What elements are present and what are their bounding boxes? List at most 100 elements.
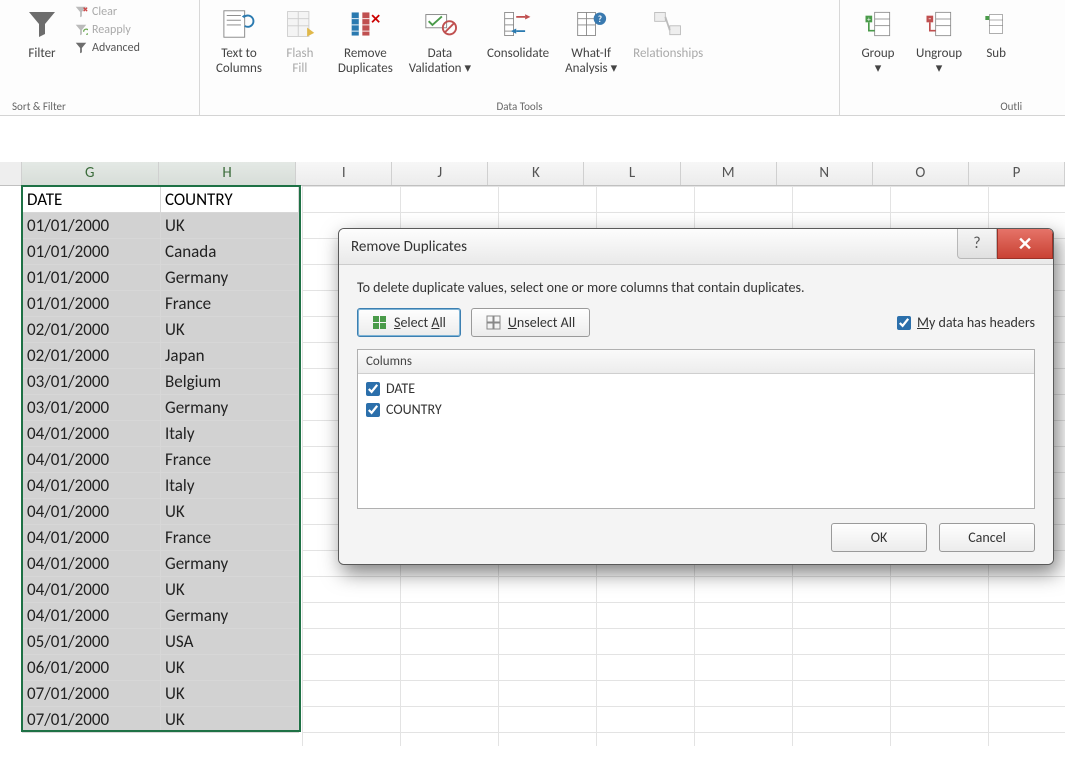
- header-date[interactable]: DATE: [23, 187, 161, 213]
- cell-country[interactable]: UK: [161, 577, 299, 603]
- column-header-H[interactable]: H: [159, 162, 296, 185]
- column-item-checkbox[interactable]: [366, 403, 380, 417]
- cell-country[interactable]: France: [161, 447, 299, 473]
- dropdown-caret-icon: ▾: [936, 61, 943, 76]
- cell-country[interactable]: UK: [161, 655, 299, 681]
- cell-date[interactable]: 04/01/2000: [23, 421, 161, 447]
- remove-duplicates-dialog: Remove Duplicates ? ✕ To delete duplicat…: [338, 228, 1054, 565]
- cell-date[interactable]: 04/01/2000: [23, 499, 161, 525]
- cell-date[interactable]: 03/01/2000: [23, 395, 161, 421]
- flash-fill-icon: [282, 6, 318, 42]
- table-row: 04/01/2000France: [23, 447, 299, 473]
- column-header-I[interactable]: I: [296, 162, 392, 185]
- consolidate-button[interactable]: Consolidate: [479, 4, 557, 63]
- my-data-has-headers-checkbox[interactable]: My data has headers: [897, 314, 1035, 331]
- column-header-O[interactable]: O: [873, 162, 969, 185]
- text-to-columns-button[interactable]: Text to Columns: [208, 4, 270, 78]
- column-header-G[interactable]: G: [22, 162, 159, 185]
- column-header-L[interactable]: L: [584, 162, 680, 185]
- ungroup-button[interactable]: - Ungroup▾: [908, 4, 970, 78]
- cell-country[interactable]: Italy: [161, 421, 299, 447]
- clear-filter[interactable]: Clear: [74, 4, 140, 20]
- table-row: 02/01/2000UK: [23, 317, 299, 343]
- cell-date[interactable]: 04/01/2000: [23, 525, 161, 551]
- cell-country[interactable]: Germany: [161, 395, 299, 421]
- column-header-M[interactable]: M: [681, 162, 777, 185]
- relationships-icon: [650, 6, 686, 42]
- cell-country[interactable]: France: [161, 291, 299, 317]
- column-header-N[interactable]: N: [777, 162, 873, 185]
- table-row: 01/01/2000UK: [23, 213, 299, 239]
- outline-group-label: Outli: [848, 98, 1022, 113]
- column-item[interactable]: COUNTRY: [366, 399, 1026, 420]
- cell-date[interactable]: 07/01/2000: [23, 681, 161, 707]
- data-validation-button[interactable]: Data Validation ▾: [401, 4, 479, 78]
- cell-country[interactable]: Germany: [161, 265, 299, 291]
- cell-country[interactable]: UK: [161, 681, 299, 707]
- cell-date[interactable]: 04/01/2000: [23, 577, 161, 603]
- cell-date[interactable]: 02/01/2000: [23, 343, 161, 369]
- cell-date[interactable]: 01/01/2000: [23, 213, 161, 239]
- column-item[interactable]: DATE: [366, 378, 1026, 399]
- select-all-corner[interactable]: [0, 162, 22, 185]
- ok-button[interactable]: OK: [831, 523, 927, 552]
- filter-options: Clear Reapply Advanced: [72, 4, 140, 56]
- cell-country[interactable]: UK: [161, 213, 299, 239]
- table-row: 04/01/2000Germany: [23, 603, 299, 629]
- table-row: 01/01/2000France: [23, 291, 299, 317]
- funnel-icon: [24, 6, 60, 42]
- cancel-button[interactable]: Cancel: [939, 523, 1035, 552]
- advanced-filter[interactable]: Advanced: [74, 40, 140, 56]
- column-headers: G H I J K L M N O P: [0, 162, 1065, 186]
- column-header-K[interactable]: K: [488, 162, 584, 185]
- cell-date[interactable]: 04/01/2000: [23, 551, 161, 577]
- cell-date[interactable]: 01/01/2000: [23, 265, 161, 291]
- group-button[interactable]: + Group▾: [848, 4, 908, 78]
- cell-date[interactable]: 04/01/2000: [23, 603, 161, 629]
- whatif-icon: ?: [573, 6, 609, 42]
- cell-country[interactable]: Belgium: [161, 369, 299, 395]
- whatif-button[interactable]: ? What-If Analysis ▾: [557, 4, 625, 78]
- cell-country[interactable]: France: [161, 525, 299, 551]
- subtotal-label: Sub: [986, 46, 1006, 61]
- cell-date[interactable]: 05/01/2000: [23, 629, 161, 655]
- remove-duplicates-icon: [347, 6, 383, 42]
- subtotal-icon: [978, 6, 1014, 42]
- cell-country[interactable]: USA: [161, 629, 299, 655]
- subtotal-button[interactable]: Sub: [970, 4, 1022, 63]
- cell-date[interactable]: 04/01/2000: [23, 447, 161, 473]
- unselect-all-button[interactable]: Unselect All: [471, 308, 590, 337]
- cell-country[interactable]: Canada: [161, 239, 299, 265]
- cell-date[interactable]: 01/01/2000: [23, 239, 161, 265]
- column-header-J[interactable]: J: [392, 162, 488, 185]
- cell-date[interactable]: 06/01/2000: [23, 655, 161, 681]
- relationships-button[interactable]: Relationships: [625, 4, 711, 63]
- cell-country[interactable]: Germany: [161, 603, 299, 629]
- column-header-P[interactable]: P: [969, 162, 1065, 185]
- cell-date[interactable]: 01/01/2000: [23, 291, 161, 317]
- headers-checkbox-input[interactable]: [897, 316, 911, 330]
- cell-date[interactable]: 02/01/2000: [23, 317, 161, 343]
- cell-country[interactable]: UK: [161, 499, 299, 525]
- column-item-checkbox[interactable]: [366, 382, 380, 396]
- filter-button[interactable]: Filter: [12, 4, 72, 63]
- cell-date[interactable]: 03/01/2000: [23, 369, 161, 395]
- cell-date[interactable]: 07/01/2000: [23, 707, 161, 733]
- close-button[interactable]: ✕: [997, 229, 1053, 259]
- dialog-titlebar[interactable]: Remove Duplicates ? ✕: [339, 229, 1053, 265]
- remove-duplicates-label: Remove Duplicates: [338, 46, 393, 76]
- cell-date[interactable]: 04/01/2000: [23, 473, 161, 499]
- flash-fill-button[interactable]: Flash Fill: [270, 4, 330, 78]
- table-row: 06/01/2000UK: [23, 655, 299, 681]
- select-all-button[interactable]: Select All: [357, 308, 461, 337]
- remove-duplicates-button[interactable]: Remove Duplicates: [330, 4, 401, 78]
- cell-country[interactable]: Japan: [161, 343, 299, 369]
- cell-country[interactable]: UK: [161, 317, 299, 343]
- reapply-filter[interactable]: Reapply: [74, 22, 140, 38]
- cell-country[interactable]: Italy: [161, 473, 299, 499]
- cell-country[interactable]: UK: [161, 707, 299, 733]
- cell-country[interactable]: Germany: [161, 551, 299, 577]
- svg-text:?: ?: [598, 15, 602, 25]
- header-country[interactable]: COUNTRY: [161, 187, 299, 213]
- help-button[interactable]: ?: [957, 229, 997, 259]
